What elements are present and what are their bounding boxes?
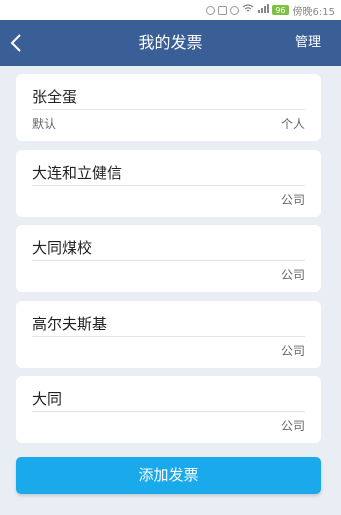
status-bar: 96 傍晚6:15 [0,0,341,20]
back-button[interactable] [4,28,28,58]
status-icons: 96 [206,4,289,16]
page-title: 我的发票 [138,33,203,52]
invoice-card[interactable]: 高尔夫斯基 公司 [16,301,321,368]
invoice-type: 公司 [280,419,305,433]
invoice-name: 高尔夫斯基 [32,311,305,337]
invoice-card[interactable]: 大同煤校 公司 [16,225,321,292]
chevron-left-icon [10,34,21,52]
manage-button[interactable]: 管理 [295,20,321,66]
invoice-card[interactable]: 张全蛋 默认 个人 [16,74,321,141]
invoice-card[interactable]: 大连和立健信 公司 [16,150,321,217]
invoice-type: 公司 [280,344,305,358]
alarm-icon [230,5,240,15]
add-invoice-button[interactable]: 添加发票 [16,457,321,494]
invoice-name: 张全蛋 [32,84,305,110]
location-icon [206,5,216,15]
vibrate-icon [218,5,228,15]
header: 我的发票 管理 [0,20,341,66]
invoice-type: 公司 [280,268,305,282]
invoice-name: 大同 [32,386,305,412]
default-label: 默认 [32,117,57,131]
invoice-type: 公司 [280,193,305,207]
invoice-card[interactable]: 大同 公司 [16,376,321,443]
invoice-name: 大连和立健信 [32,160,305,186]
invoice-name: 大同煤校 [32,235,305,261]
invoice-type: 个人 [280,117,305,131]
wifi-icon [242,4,254,16]
status-time: 傍晚6:15 [292,6,335,18]
signal-icon [257,4,270,16]
battery-icon: 96 [272,5,289,15]
